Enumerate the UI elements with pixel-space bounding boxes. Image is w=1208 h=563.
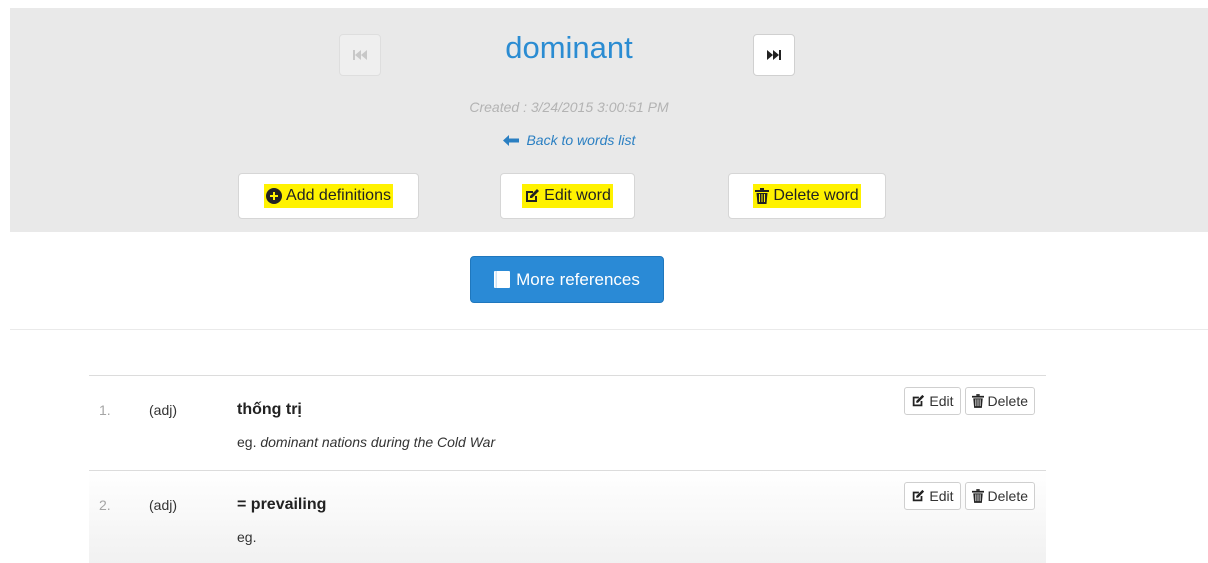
- definitions-list: 1. (adj) thống trị eg. dominant nations …: [89, 375, 1046, 563]
- edit-icon: [911, 489, 925, 503]
- back-to-list-link[interactable]: Back to words list: [10, 132, 1128, 148]
- trash-icon: [971, 394, 984, 408]
- edit-word-button[interactable]: Edit word: [500, 173, 635, 219]
- word-title: dominant: [505, 30, 633, 65]
- delete-word-highlight: Delete word: [753, 184, 861, 208]
- trash-icon: [971, 489, 984, 503]
- edit-definition-label: Edit: [929, 393, 954, 409]
- edit-word-label: Edit word: [544, 187, 611, 204]
- book-icon: [494, 271, 511, 288]
- definition-meaning: thống trị: [237, 401, 302, 418]
- skip-forward-icon: [767, 49, 781, 61]
- delete-definition-button[interactable]: Delete: [964, 387, 1035, 415]
- delete-definition-label: Delete: [987, 393, 1028, 409]
- definition-example: eg.: [237, 529, 256, 545]
- definition-number: 2.: [99, 497, 111, 513]
- more-references-button[interactable]: More references: [470, 256, 664, 303]
- next-word-button[interactable]: [753, 34, 795, 76]
- edit-icon: [524, 188, 540, 204]
- edit-icon: [911, 394, 925, 408]
- edit-definition-button[interactable]: Edit: [904, 387, 961, 415]
- delete-definition-button[interactable]: Delete: [964, 482, 1035, 510]
- more-references-label: More references: [516, 269, 640, 289]
- delete-definition-label: Delete: [987, 488, 1028, 504]
- section-divider: [10, 329, 1208, 330]
- plus-circle-icon: [266, 188, 283, 204]
- edit-word-highlight: Edit word: [522, 184, 613, 208]
- definition-actions: Edit Delete: [904, 387, 1035, 415]
- trash-icon: [755, 188, 770, 204]
- example-prefix: eg.: [237, 529, 257, 545]
- add-definitions-highlight: Add definitions: [264, 184, 393, 208]
- add-definitions-label: Add definitions: [286, 187, 391, 204]
- word-header: dominant Created : 3/24/2015 3:00:51 PM …: [10, 8, 1208, 232]
- created-timestamp: Created : 3/24/2015 3:00:51 PM: [469, 99, 669, 115]
- definition-row: 1. (adj) thống trị eg. dominant nations …: [89, 375, 1046, 470]
- definition-row: 2. (adj) = prevailing eg. Edit Delete: [89, 470, 1046, 563]
- definition-example: eg. dominant nations during the Cold War: [237, 434, 495, 450]
- back-to-list-label: Back to words list: [526, 132, 636, 148]
- definition-actions: Edit Delete: [904, 482, 1035, 510]
- add-definitions-button[interactable]: Add definitions: [238, 173, 419, 219]
- arrow-left-icon: [502, 132, 523, 148]
- part-of-speech: (adj): [149, 497, 178, 513]
- example-text: dominant nations during the Cold War: [260, 434, 496, 450]
- definition-number: 1.: [99, 402, 111, 418]
- example-prefix: eg.: [237, 434, 257, 450]
- definition-meaning: = prevailing: [237, 496, 327, 513]
- edit-definition-label: Edit: [929, 488, 954, 504]
- edit-definition-button[interactable]: Edit: [904, 482, 961, 510]
- delete-word-label: Delete word: [773, 187, 859, 204]
- part-of-speech: (adj): [149, 402, 178, 418]
- delete-word-button[interactable]: Delete word: [728, 173, 886, 219]
